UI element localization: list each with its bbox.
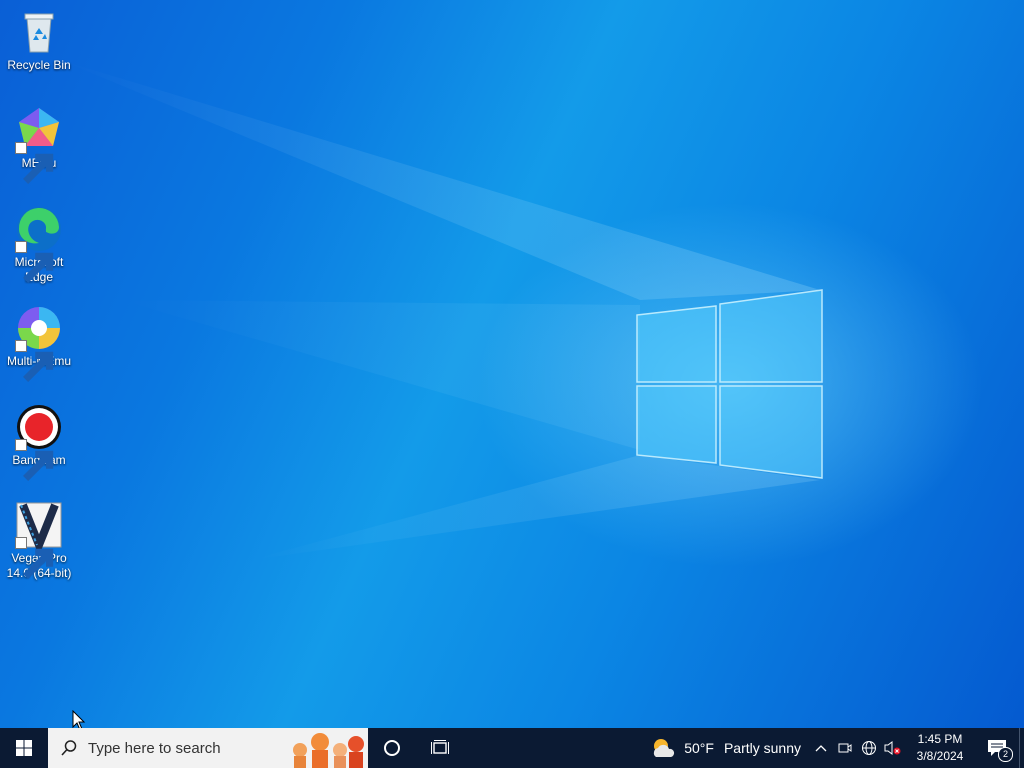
search-icon	[61, 740, 77, 756]
vegas-pro-icon	[15, 501, 63, 579]
task-view-button[interactable]	[416, 728, 464, 768]
desktop-icon-memu[interactable]: MEmu	[4, 106, 74, 184]
multi-memu-icon	[15, 304, 63, 382]
shortcut-arrow-icon	[15, 439, 54, 481]
taskbar: Type here to search 50°F Partly sunny 1:…	[0, 728, 1024, 768]
windows-logo-icon	[16, 740, 32, 756]
bandicam-icon	[15, 403, 63, 481]
meet-now-icon	[838, 743, 852, 753]
shortcut-arrow-icon	[15, 241, 54, 283]
clock-button[interactable]: 1:45 PM 3/8/2024	[905, 731, 975, 765]
search-box[interactable]: Type here to search	[48, 728, 368, 768]
notification-count-badge: 2	[998, 747, 1013, 762]
task-view-icon	[431, 740, 449, 754]
cortana-button[interactable]	[368, 728, 416, 768]
start-button[interactable]	[0, 728, 48, 768]
desktop-icon-vegas-pro[interactable]: Vegas Pro 14.0 (64-bit)	[4, 501, 74, 581]
meet-now-button[interactable]	[833, 728, 857, 768]
show-hidden-icons-button[interactable]	[809, 728, 833, 768]
speaker-muted-icon	[884, 741, 901, 755]
wallpaper-light-beams	[60, 60, 823, 560]
clock-date: 3/8/2024	[916, 749, 964, 763]
search-highlight-illustration-icon	[293, 733, 364, 768]
memu-icon	[15, 106, 63, 184]
desktop-icon-recycle-bin[interactable]: Recycle Bin	[4, 8, 74, 73]
shortcut-arrow-icon	[15, 537, 54, 579]
show-desktop-button[interactable]	[1019, 728, 1024, 768]
action-center-button[interactable]: 2	[975, 728, 1019, 768]
search-placeholder: Type here to search	[88, 739, 221, 757]
windows-logo-wallpaper	[636, 289, 823, 479]
desktop-icon-microsoft-edge[interactable]: Microsoft Edge	[4, 205, 74, 285]
shortcut-arrow-icon	[15, 142, 54, 184]
desktop-icon-multi-memu[interactable]: Multi-MEmu	[4, 304, 74, 382]
desktop-icon-label: Recycle Bin	[7, 58, 71, 72]
network-button[interactable]	[857, 728, 881, 768]
recycle-bin-icon	[15, 8, 63, 56]
desktop-icon-bandicam[interactable]: Bandicam	[4, 403, 74, 481]
clock-time: 1:45 PM	[917, 732, 963, 746]
cortana-circle-icon	[384, 740, 400, 756]
desktop[interactable]: Recycle Bin MEmu Microsoft Edge Multi-ME…	[0, 0, 1024, 731]
weather-condition: Partly sunny	[723, 740, 801, 756]
partly-sunny-icon	[654, 739, 675, 757]
chevron-up-icon	[815, 745, 827, 752]
weather-widget[interactable]: 50°F Partly sunny	[642, 728, 809, 768]
volume-button[interactable]	[881, 728, 905, 768]
globe-network-icon	[862, 741, 876, 755]
edge-icon	[15, 205, 63, 283]
shortcut-arrow-icon	[15, 340, 54, 382]
weather-temperature: 50°F	[684, 740, 714, 756]
